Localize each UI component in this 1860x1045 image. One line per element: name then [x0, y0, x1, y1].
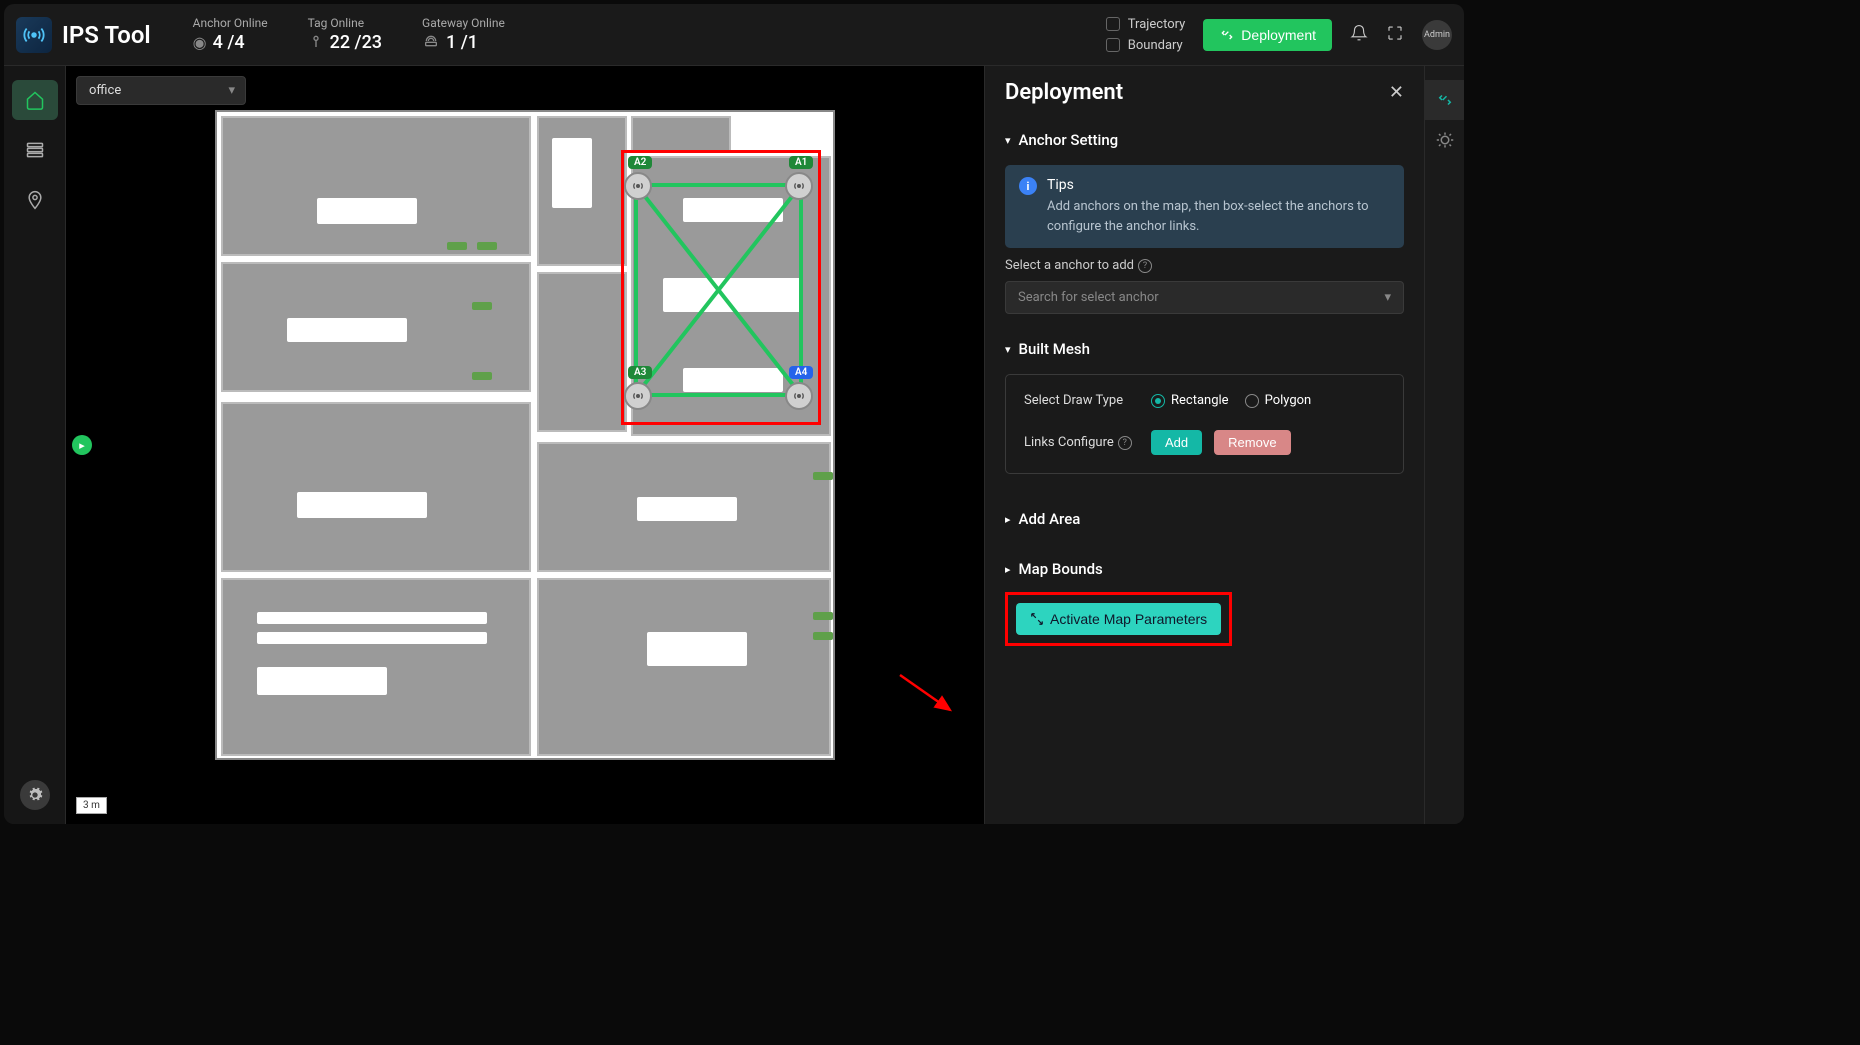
- chevron-right-icon: ▸: [1005, 563, 1011, 576]
- section-map-bounds[interactable]: ▸ Map Bounds: [1005, 554, 1404, 584]
- user-avatar[interactable]: Admin: [1422, 20, 1452, 50]
- deployment-panel: Deployment ✕ ▾ Anchor Setting i Tips Add…: [984, 66, 1464, 824]
- remove-link-button[interactable]: Remove: [1214, 430, 1290, 455]
- add-link-button[interactable]: Add: [1151, 430, 1202, 455]
- bell-icon[interactable]: [1350, 24, 1368, 46]
- help-icon[interactable]: ?: [1118, 436, 1132, 450]
- panel-tab-debug[interactable]: [1425, 120, 1464, 160]
- status-tag: Tag Online 22 /23: [308, 16, 382, 53]
- antenna-icon: [791, 178, 807, 194]
- nav-map[interactable]: [12, 180, 58, 220]
- tools-icon: [1219, 27, 1235, 43]
- status-gateway: Gateway Online 1 /1: [422, 16, 505, 53]
- expand-handle[interactable]: ▸: [72, 435, 92, 455]
- bug-icon: [1436, 131, 1454, 149]
- info-icon: i: [1019, 177, 1037, 195]
- tools-icon: [1436, 91, 1454, 109]
- anchor-a1[interactable]: A1: [785, 172, 813, 200]
- chevron-down-icon: ▾: [1005, 134, 1011, 147]
- deployment-button[interactable]: Deployment: [1203, 19, 1332, 51]
- section-add-area[interactable]: ▸ Add Area: [1005, 504, 1404, 534]
- select-anchor-label: Select a anchor to add ?: [1005, 258, 1404, 273]
- radio-polygon[interactable]: Polygon: [1245, 393, 1312, 408]
- nav-home[interactable]: [12, 80, 58, 120]
- status-anchor: Anchor Online ◉4 /4: [193, 16, 268, 53]
- anchor-a4[interactable]: A4: [785, 382, 813, 410]
- help-icon[interactable]: ?: [1138, 259, 1152, 273]
- anchor-search-select[interactable]: Search for select anchor: [1005, 281, 1404, 314]
- panel-title: Deployment: [1005, 80, 1123, 105]
- fullscreen-icon[interactable]: [1386, 24, 1404, 46]
- gateway-icon: [422, 33, 440, 53]
- anchor-a3[interactable]: A3: [624, 382, 652, 410]
- chevron-down-icon: ▾: [1005, 343, 1011, 356]
- app-logo: [16, 17, 52, 53]
- boundary-checkbox[interactable]: Boundary: [1106, 38, 1186, 53]
- panel-tab-tools[interactable]: [1425, 80, 1464, 120]
- chevron-right-icon: ▸: [1005, 513, 1011, 526]
- antenna-icon: [791, 388, 807, 404]
- antenna-icon: [630, 388, 646, 404]
- close-button[interactable]: ✕: [1389, 82, 1404, 103]
- radio-rectangle[interactable]: Rectangle: [1151, 393, 1229, 408]
- scale-bar: 3 m: [76, 797, 107, 814]
- header: IPS Tool Anchor Online ◉4 /4 Tag Online …: [4, 4, 1464, 66]
- tips-box: i Tips Add anchors on the map, then box-…: [1005, 165, 1404, 248]
- activate-map-button[interactable]: Activate Map Parameters: [1016, 603, 1221, 635]
- map-select-dropdown[interactable]: office: [76, 76, 246, 105]
- section-anchor-setting[interactable]: ▾ Anchor Setting: [1005, 125, 1404, 155]
- app-title: IPS Tool: [62, 21, 151, 49]
- trajectory-checkbox[interactable]: Trajectory: [1106, 17, 1186, 32]
- antenna-icon: [630, 178, 646, 194]
- settings-button[interactable]: [20, 780, 50, 810]
- tag-icon: [308, 33, 324, 53]
- floorplan: A1 A2 A3 A4: [215, 110, 835, 760]
- map-viewport[interactable]: office ▸: [66, 66, 984, 824]
- anchor-a2[interactable]: A2: [624, 172, 652, 200]
- section-built-mesh[interactable]: ▾ Built Mesh: [1005, 334, 1404, 364]
- activate-icon: [1030, 612, 1044, 626]
- gear-icon: [27, 787, 43, 803]
- anchor-icon: ◉: [193, 33, 207, 52]
- activate-highlight: Activate Map Parameters: [1005, 592, 1232, 646]
- nav-layers[interactable]: [12, 130, 58, 170]
- sidebar-nav: [4, 66, 66, 824]
